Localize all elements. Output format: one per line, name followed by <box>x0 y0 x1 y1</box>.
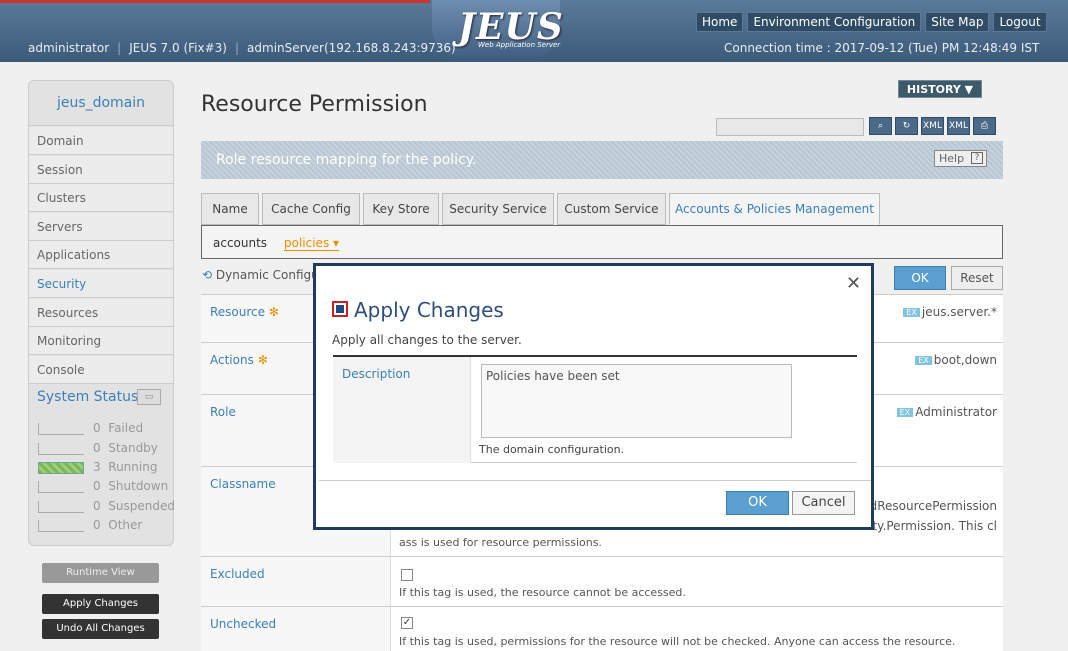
tab-key-store[interactable]: Key Store <box>363 193 439 225</box>
jeus-small-icon <box>332 301 348 317</box>
nav-site-map-link[interactable]: Site Map <box>925 12 990 32</box>
tab-custom-service[interactable]: Custom Service <box>557 193 666 225</box>
ex-badge: EX <box>915 356 932 365</box>
excluded-checkbox[interactable] <box>401 569 413 581</box>
toolbar: ⌕ ↻ XML XML ⎙ <box>869 117 996 135</box>
apply-changes-button[interactable]: Apply Changes <box>42 594 159 614</box>
nav-home-link[interactable]: Home <box>696 12 744 32</box>
sidebar-item-session[interactable]: Session <box>29 156 173 184</box>
row-excluded: Excluded If this tag is used, the resour… <box>201 556 1003 606</box>
logo-subtitle: Web Application Server <box>478 41 561 49</box>
domain-title[interactable]: jeus_domain <box>29 81 173 126</box>
subnav-accounts[interactable]: accounts <box>213 236 267 250</box>
required-icon: ✻ <box>257 353 268 367</box>
subnav-policies[interactable]: policies ▾ <box>284 236 340 251</box>
description-label: Description <box>342 367 411 381</box>
user-name: administrator <box>28 41 110 55</box>
sidebar-item-security[interactable]: Security <box>29 270 173 298</box>
status-bar <box>38 443 84 455</box>
status-bar <box>38 481 84 493</box>
sidebar-item-monitoring[interactable]: Monitoring <box>29 327 173 355</box>
nav-environment-configuration-link[interactable]: Environment Configuration <box>747 12 922 32</box>
status-suspended: 0 Suspended <box>38 499 175 515</box>
nav-logout-link[interactable]: Logout <box>993 12 1047 32</box>
question-icon: ? <box>971 152 983 164</box>
server-label: adminServer(192.168.8.243:9736) <box>247 41 456 55</box>
resource-value: EX jeus.server.* <box>903 305 997 319</box>
row-unchecked: Unchecked ✓ If this tag is used, permiss… <box>201 606 1003 651</box>
top-nav: Home Environment Configuration Site Map … <box>696 12 1047 32</box>
tab-cache-config[interactable]: Cache Config <box>262 193 360 225</box>
sidebar-item-domain[interactable]: Domain <box>29 127 173 155</box>
actions-value: EX boot,down <box>915 353 997 367</box>
search-input[interactable] <box>716 118 864 136</box>
sidebar-item-clusters[interactable]: Clusters <box>29 184 173 212</box>
status-shutdown: 0 Shutdown <box>38 479 168 495</box>
help-button[interactable]: Help ? <box>934 150 987 167</box>
dialog-cancel-button[interactable]: Cancel <box>792 491 855 515</box>
separator: | <box>234 41 240 55</box>
ok-button[interactable]: OK <box>894 266 946 290</box>
role-value: EX Administrator <box>896 405 997 419</box>
status-bar <box>38 423 84 435</box>
banner-text: Role resource mapping for the policy. <box>216 152 477 168</box>
dynamic-config: ⟲ Dynamic Configu <box>202 268 319 282</box>
undo-all-changes-button[interactable]: Undo All Changes <box>42 619 159 639</box>
xml-download-icon[interactable]: XML <box>947 117 970 135</box>
sidebar-item-applications[interactable]: Applications <box>29 241 173 269</box>
tab-accounts-policies[interactable]: Accounts & Policies Management <box>669 193 880 225</box>
refresh-icon: ⟲ <box>202 268 213 282</box>
sidebar-item-resources[interactable]: Resources <box>29 299 173 327</box>
ex-badge: EX <box>896 408 914 417</box>
search-icon[interactable]: ⌕ <box>869 117 892 135</box>
status-other: 0 Other <box>38 518 168 534</box>
dialog-title: Apply Changes <box>354 298 504 322</box>
runtime-view-button[interactable]: Runtime View <box>42 563 159 583</box>
description-note: The domain configuration. <box>479 443 625 456</box>
top-header: JEUS Web Application Server Home Environ… <box>0 0 1068 62</box>
status-bar-running <box>38 462 84 474</box>
system-status-title: System Status <box>37 389 139 405</box>
user-info-bar: administrator | JEUS 7.0 (Fix#3) | admin… <box>28 41 456 55</box>
info-banner: Role resource mapping for the policy. He… <box>201 141 1003 179</box>
history-button[interactable]: HISTORY ▼ <box>898 80 982 98</box>
sidebar-item-servers[interactable]: Servers <box>29 213 173 241</box>
reset-button[interactable]: Reset <box>951 266 1003 290</box>
print-icon[interactable]: ⎙ <box>973 117 996 135</box>
header-accent-line <box>0 0 430 3</box>
dialog-ok-button[interactable]: OK <box>726 491 789 515</box>
status-standby: 0 Standby <box>38 441 168 457</box>
close-icon[interactable]: ✕ <box>846 273 861 294</box>
dialog-subtitle: Apply all changes to the server. <box>332 333 522 347</box>
tab-security-service[interactable]: Security Service <box>442 193 554 225</box>
unchecked-checkbox[interactable]: ✓ <box>401 617 413 629</box>
sidebar-item-console[interactable]: Console <box>29 356 173 384</box>
page-title: Resource Permission <box>201 92 428 117</box>
tab-name[interactable]: Name <box>201 193 259 225</box>
refresh-icon[interactable]: ↻ <box>895 117 918 135</box>
xml-export-icon[interactable]: XML <box>921 117 944 135</box>
monitor-icon[interactable]: ▭ <box>137 389 161 405</box>
status-running: 3 Running <box>38 460 168 476</box>
sidebar: jeus_domain Domain Session Clusters Serv… <box>28 80 175 546</box>
apply-changes-dialog: ✕ Apply Changes Apply all changes to the… <box>313 263 874 530</box>
status-bar <box>38 501 84 513</box>
description-textarea[interactable]: Policies have been set <box>481 364 792 438</box>
status-failed: 0 Failed <box>38 421 168 437</box>
version-label: JEUS 7.0 (Fix#3) <box>129 41 227 55</box>
sub-navigation: accounts policies ▾ <box>201 225 1003 259</box>
ex-badge: EX <box>903 308 920 317</box>
status-bar <box>38 520 84 532</box>
required-icon: ✻ <box>269 305 280 319</box>
dialog-divider <box>319 480 871 481</box>
separator: | <box>117 41 122 55</box>
connection-time: Connection time : 2017-09-12 (Tue) PM 12… <box>724 41 1040 55</box>
dialog-form: Description Policies have been set The d… <box>333 355 857 463</box>
